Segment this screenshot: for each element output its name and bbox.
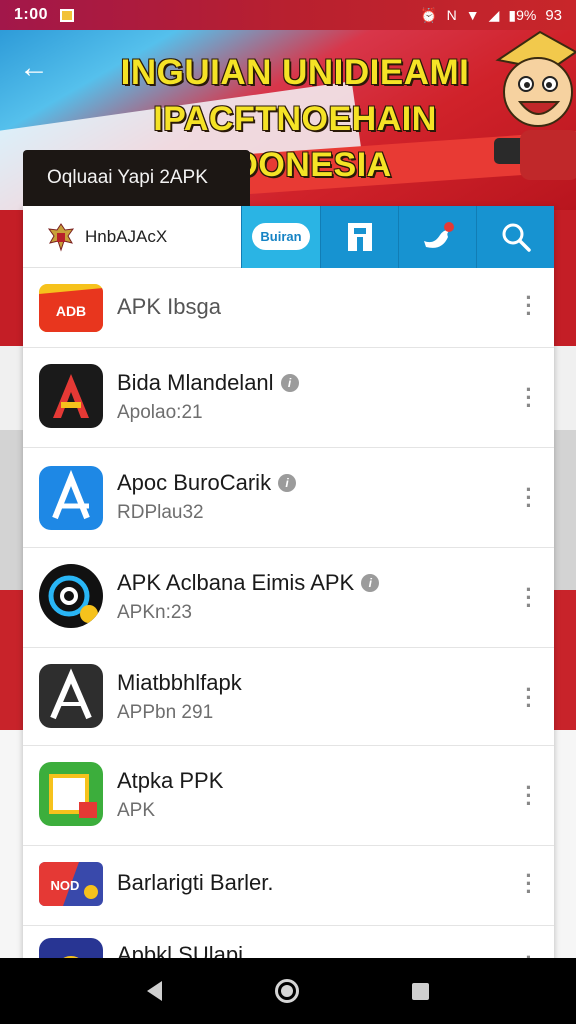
app-subtitle: APK (117, 800, 156, 821)
back-button[interactable]: ← (14, 50, 54, 86)
info-icon[interactable]: i (278, 474, 297, 492)
search-chip[interactable]: Oqluaai Yapi 2APK (23, 150, 250, 206)
search-chip-label: Oqluaai Yapi 2APK (47, 167, 208, 188)
system-nav-bar (0, 958, 576, 1024)
app-row[interactable]: Atpka PPK APK · · · (23, 746, 554, 846)
alarm-icon: ⏰ (420, 6, 438, 23)
battery-percent: 9% (516, 6, 537, 23)
app-row[interactable]: Apoc BuroCarik i RDPlau32 · · · (23, 448, 554, 548)
app-name: Barlarigti Barler. (117, 870, 274, 895)
dark-a-logo-icon (39, 664, 103, 728)
tab-twitter[interactable] (398, 206, 476, 268)
red-a-logo-icon (39, 364, 103, 428)
tab-store[interactable] (320, 206, 398, 268)
more-vert-icon[interactable]: ··· (524, 287, 534, 325)
app-row[interactable]: APK Aclbana Eimis APK i APKn:23 · · · (23, 548, 554, 648)
info-icon[interactable]: i (361, 574, 380, 592)
svg-text:ADB: ADB (56, 303, 86, 319)
notification-badge-icon (60, 8, 75, 22)
home-icon[interactable] (274, 979, 299, 1003)
info-icon[interactable]: i (280, 374, 299, 392)
more-vert-icon[interactable]: ··· (524, 865, 534, 903)
app-list-card: HnbAJAcX Buiran ADB APK Ibsga · · · Bida… (23, 206, 554, 966)
header-tabs: Buiran (241, 206, 554, 268)
recents-icon[interactable] (412, 982, 430, 1000)
back-icon[interactable] (146, 981, 162, 1001)
brand-name: HnbAJAcX (85, 226, 168, 246)
storefront-icon (347, 222, 372, 251)
adb-logo-icon: ADB (39, 284, 103, 332)
more-vert-icon[interactable]: ··· (524, 479, 534, 517)
status-bar: 1:00 ⏰ N ▼ ◢ ▮9% 93 (0, 0, 576, 30)
app-row[interactable]: Miatbbhlfapk APPbn 291 · · · (23, 648, 554, 746)
at-sign-logo-icon (39, 564, 103, 628)
tab-bubble[interactable]: Buiran (241, 206, 320, 268)
card-header: HnbAJAcX Buiran (23, 206, 554, 268)
wifi-icon: ▼ (465, 7, 480, 23)
app-subtitle: APKn:23 (117, 602, 192, 623)
brand: HnbAJAcX (23, 221, 241, 253)
chat-bubble-icon: Buiran (252, 223, 310, 250)
app-name: Bida Mlandelanl (117, 370, 274, 395)
tab-bubble-label: Buiran (260, 229, 302, 244)
blue-a-logo-icon (39, 466, 103, 530)
nfc-icon: N (446, 7, 457, 23)
app-name: Atpka PPK (117, 768, 224, 793)
nod-logo-icon: NOD (39, 862, 103, 906)
search-icon (502, 223, 531, 252)
app-name: Apoc BuroCarik (117, 470, 272, 495)
more-vert-icon[interactable]: ··· (524, 379, 534, 417)
bird-icon (423, 221, 454, 248)
app-subtitle: APPbn 291 (117, 702, 214, 723)
app-name: APK Ibsga (117, 294, 221, 319)
mascot-icon (494, 30, 576, 180)
app-subtitle: Apolao:21 (117, 402, 203, 423)
app-row[interactable]: ADB APK Ibsga · · · (23, 268, 554, 348)
app-subtitle: RDPlau32 (117, 502, 204, 523)
more-vert-icon[interactable]: ··· (524, 777, 534, 815)
garuda-emblem-icon (47, 222, 75, 252)
app-name: APK Aclbana Eimis APK (117, 570, 355, 595)
banner-title-line1: INGUIAN UNIDIEAMI (120, 53, 470, 92)
status-extra: 93 (545, 6, 562, 24)
green-box-logo-icon (39, 762, 103, 826)
signal-icon: ◢ (488, 6, 500, 23)
status-time: 1:00 (14, 6, 49, 23)
app-row[interactable]: NOD Barlarigti Barler. · · · (23, 846, 554, 926)
tab-search[interactable] (476, 206, 554, 268)
status-icons: ⏰ N ▼ ◢ ▮9% 93 (420, 7, 562, 24)
arrow-left-icon: ← (19, 51, 49, 84)
battery-icon: ▮9% (508, 6, 537, 23)
svg-text:NOD: NOD (51, 878, 80, 893)
more-vert-icon[interactable]: ··· (524, 679, 534, 717)
app-row[interactable]: Bida Mlandelanl i Apolao:21 · · · (23, 348, 554, 448)
more-vert-icon[interactable]: ··· (524, 579, 534, 617)
app-name: Miatbbhlfapk (117, 670, 242, 695)
